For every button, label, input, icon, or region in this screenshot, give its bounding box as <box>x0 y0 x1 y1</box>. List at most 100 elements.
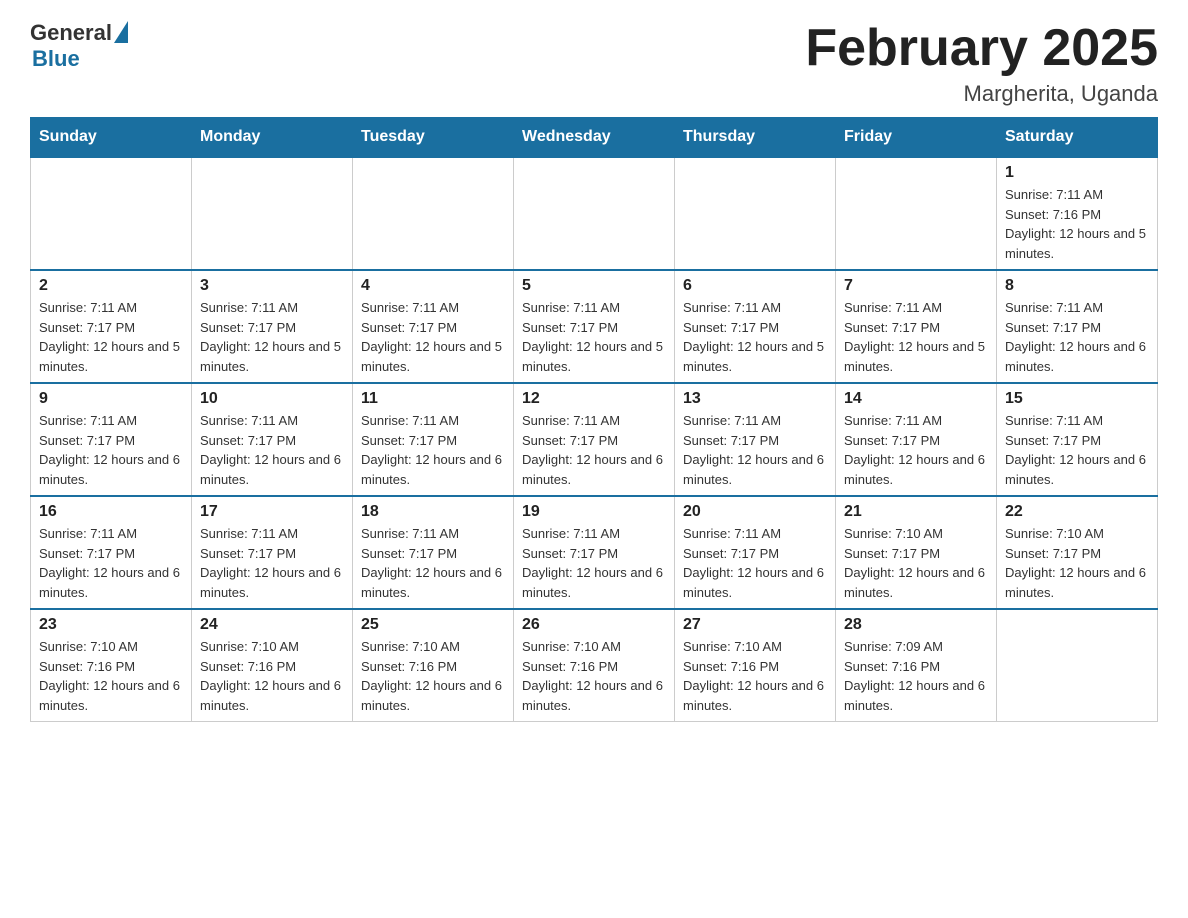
day-number: 6 <box>683 277 827 295</box>
calendar-header-row: SundayMondayTuesdayWednesdayThursdayFrid… <box>31 118 1158 158</box>
sun-info: Sunrise: 7:11 AMSunset: 7:17 PMDaylight:… <box>844 298 988 376</box>
calendar-day-cell: 9Sunrise: 7:11 AMSunset: 7:17 PMDaylight… <box>31 383 192 496</box>
calendar-day-cell: 24Sunrise: 7:10 AMSunset: 7:16 PMDayligh… <box>192 609 353 722</box>
calendar-week-row: 2 Sunrise: 7:11 AMSunset: 7:17 PMDaylight… <box>31 270 1158 383</box>
calendar-day-cell: 2 Sunrise: 7:11 AMSunset: 7:17 PMDaylight… <box>31 270 192 383</box>
day-number: 11 <box>361 390 505 408</box>
calendar-day-cell: 13 Sunrise: 7:11 AMSunset: 7:17 PMDayligh… <box>675 383 836 496</box>
calendar-day-cell <box>31 157 192 270</box>
calendar-day-cell: 20 Sunrise: 7:11 AMSunset: 7:17 PMDayligh… <box>675 496 836 609</box>
calendar-day-cell <box>836 157 997 270</box>
calendar-day-cell: 6 Sunrise: 7:11 AMSunset: 7:17 PMDaylight… <box>675 270 836 383</box>
day-number: 27 <box>683 616 827 634</box>
calendar-day-cell <box>675 157 836 270</box>
day-number: 16 <box>39 503 183 521</box>
sun-info: Sunrise: 7:11 AMSunset: 7:17 PMDaylight:… <box>200 524 344 602</box>
calendar-day-cell: 19 Sunrise: 7:11 AMSunset: 7:17 PMDayligh… <box>514 496 675 609</box>
sun-info: Sunrise: 7:11 AMSunset: 7:17 PMDaylight:… <box>1005 411 1149 489</box>
calendar-week-row: 9Sunrise: 7:11 AMSunset: 7:17 PMDaylight… <box>31 383 1158 496</box>
day-of-week-header: Sunday <box>31 118 192 158</box>
day-number: 13 <box>683 390 827 408</box>
day-number: 5 <box>522 277 666 295</box>
sun-info: Sunrise: 7:11 AMSunset: 7:17 PMDaylight:… <box>39 298 183 376</box>
day-number: 23 <box>39 616 183 634</box>
day-of-week-header: Friday <box>836 118 997 158</box>
day-of-week-header: Thursday <box>675 118 836 158</box>
month-year-title: February 2025 <box>805 20 1158 77</box>
day-number: 26 <box>522 616 666 634</box>
day-number: 25 <box>361 616 505 634</box>
logo: General Blue <box>30 20 128 72</box>
day-number: 19 <box>522 503 666 521</box>
calendar-day-cell: 5Sunrise: 7:11 AMSunset: 7:17 PMDaylight… <box>514 270 675 383</box>
page-header: General Blue February 2025 Margherita, U… <box>30 20 1158 107</box>
logo-triangle-icon <box>114 21 128 43</box>
calendar-day-cell: 3 Sunrise: 7:11 AMSunset: 7:17 PMDaylight… <box>192 270 353 383</box>
calendar-day-cell: 11Sunrise: 7:11 AMSunset: 7:17 PMDayligh… <box>353 383 514 496</box>
day-number: 14 <box>844 390 988 408</box>
sun-info: Sunrise: 7:10 AMSunset: 7:16 PMDaylight:… <box>39 637 183 715</box>
calendar-day-cell: 21 Sunrise: 7:10 AMSunset: 7:17 PMDayligh… <box>836 496 997 609</box>
day-number: 20 <box>683 503 827 521</box>
sun-info: Sunrise: 7:11 AMSunset: 7:17 PMDaylight:… <box>1005 298 1149 376</box>
day-number: 1 <box>1005 164 1149 182</box>
sun-info: Sunrise: 7:11 AMSunset: 7:17 PMDaylight:… <box>39 524 183 602</box>
calendar-day-cell: 1 Sunrise: 7:11 AMSunset: 7:16 PMDaylight… <box>997 157 1158 270</box>
day-number: 21 <box>844 503 988 521</box>
day-of-week-header: Saturday <box>997 118 1158 158</box>
calendar-week-row: 23 Sunrise: 7:10 AMSunset: 7:16 PMDayligh… <box>31 609 1158 722</box>
day-number: 4 <box>361 277 505 295</box>
calendar-day-cell: 4 Sunrise: 7:11 AMSunset: 7:17 PMDaylight… <box>353 270 514 383</box>
sun-info: Sunrise: 7:11 AMSunset: 7:17 PMDaylight:… <box>683 524 827 602</box>
calendar-day-cell: 12 Sunrise: 7:11 AMSunset: 7:17 PMDayligh… <box>514 383 675 496</box>
title-section: February 2025 Margherita, Uganda <box>805 20 1158 107</box>
calendar-day-cell: 14 Sunrise: 7:11 AMSunset: 7:17 PMDayligh… <box>836 383 997 496</box>
day-number: 17 <box>200 503 344 521</box>
sun-info: Sunrise: 7:10 AMSunset: 7:17 PMDaylight:… <box>844 524 988 602</box>
sun-info: Sunrise: 7:10 AMSunset: 7:16 PMDaylight:… <box>361 637 505 715</box>
sun-info: Sunrise: 7:09 AMSunset: 7:16 PMDaylight:… <box>844 637 988 715</box>
calendar-day-cell: 17 Sunrise: 7:11 AMSunset: 7:17 PMDayligh… <box>192 496 353 609</box>
calendar-table: SundayMondayTuesdayWednesdayThursdayFrid… <box>30 117 1158 722</box>
sun-info: Sunrise: 7:10 AMSunset: 7:17 PMDaylight:… <box>1005 524 1149 602</box>
day-number: 15 <box>1005 390 1149 408</box>
day-number: 7 <box>844 277 988 295</box>
sun-info: Sunrise: 7:11 AMSunset: 7:17 PMDaylight:… <box>200 298 344 376</box>
calendar-day-cell <box>997 609 1158 722</box>
calendar-day-cell: 26 Sunrise: 7:10 AMSunset: 7:16 PMDayligh… <box>514 609 675 722</box>
sun-info: Sunrise: 7:11 AMSunset: 7:17 PMDaylight:… <box>683 298 827 376</box>
calendar-day-cell: 28 Sunrise: 7:09 AMSunset: 7:16 PMDayligh… <box>836 609 997 722</box>
day-number: 12 <box>522 390 666 408</box>
calendar-day-cell: 15 Sunrise: 7:11 AMSunset: 7:17 PMDayligh… <box>997 383 1158 496</box>
sun-info: Sunrise: 7:11 AMSunset: 7:17 PMDaylight:… <box>39 411 183 489</box>
calendar-day-cell <box>353 157 514 270</box>
day-number: 22 <box>1005 503 1149 521</box>
calendar-day-cell: 8Sunrise: 7:11 AMSunset: 7:17 PMDaylight… <box>997 270 1158 383</box>
calendar-day-cell: 10Sunrise: 7:11 AMSunset: 7:17 PMDayligh… <box>192 383 353 496</box>
sun-info: Sunrise: 7:11 AMSunset: 7:17 PMDaylight:… <box>522 524 666 602</box>
calendar-week-row: 16 Sunrise: 7:11 AMSunset: 7:17 PMDayligh… <box>31 496 1158 609</box>
logo-general-text: General <box>30 20 112 46</box>
day-of-week-header: Monday <box>192 118 353 158</box>
calendar-week-row: 1 Sunrise: 7:11 AMSunset: 7:16 PMDaylight… <box>31 157 1158 270</box>
calendar-day-cell <box>192 157 353 270</box>
sun-info: Sunrise: 7:10 AMSunset: 7:16 PMDaylight:… <box>522 637 666 715</box>
calendar-day-cell: 27 Sunrise: 7:10 AMSunset: 7:16 PMDayligh… <box>675 609 836 722</box>
day-number: 3 <box>200 277 344 295</box>
calendar-day-cell: 16 Sunrise: 7:11 AMSunset: 7:17 PMDayligh… <box>31 496 192 609</box>
day-of-week-header: Tuesday <box>353 118 514 158</box>
day-number: 18 <box>361 503 505 521</box>
sun-info: Sunrise: 7:11 AMSunset: 7:17 PMDaylight:… <box>844 411 988 489</box>
day-number: 2 <box>39 277 183 295</box>
sun-info: Sunrise: 7:11 AMSunset: 7:17 PMDaylight:… <box>200 411 344 489</box>
sun-info: Sunrise: 7:11 AMSunset: 7:17 PMDaylight:… <box>522 411 666 489</box>
sun-info: Sunrise: 7:11 AMSunset: 7:16 PMDaylight:… <box>1005 185 1149 263</box>
calendar-day-cell: 25 Sunrise: 7:10 AMSunset: 7:16 PMDayligh… <box>353 609 514 722</box>
sun-info: Sunrise: 7:11 AMSunset: 7:17 PMDaylight:… <box>361 298 505 376</box>
sun-info: Sunrise: 7:11 AMSunset: 7:17 PMDaylight:… <box>361 524 505 602</box>
sun-info: Sunrise: 7:11 AMSunset: 7:17 PMDaylight:… <box>683 411 827 489</box>
sun-info: Sunrise: 7:10 AMSunset: 7:16 PMDaylight:… <box>200 637 344 715</box>
day-number: 28 <box>844 616 988 634</box>
sun-info: Sunrise: 7:10 AMSunset: 7:16 PMDaylight:… <box>683 637 827 715</box>
calendar-day-cell: 23 Sunrise: 7:10 AMSunset: 7:16 PMDayligh… <box>31 609 192 722</box>
